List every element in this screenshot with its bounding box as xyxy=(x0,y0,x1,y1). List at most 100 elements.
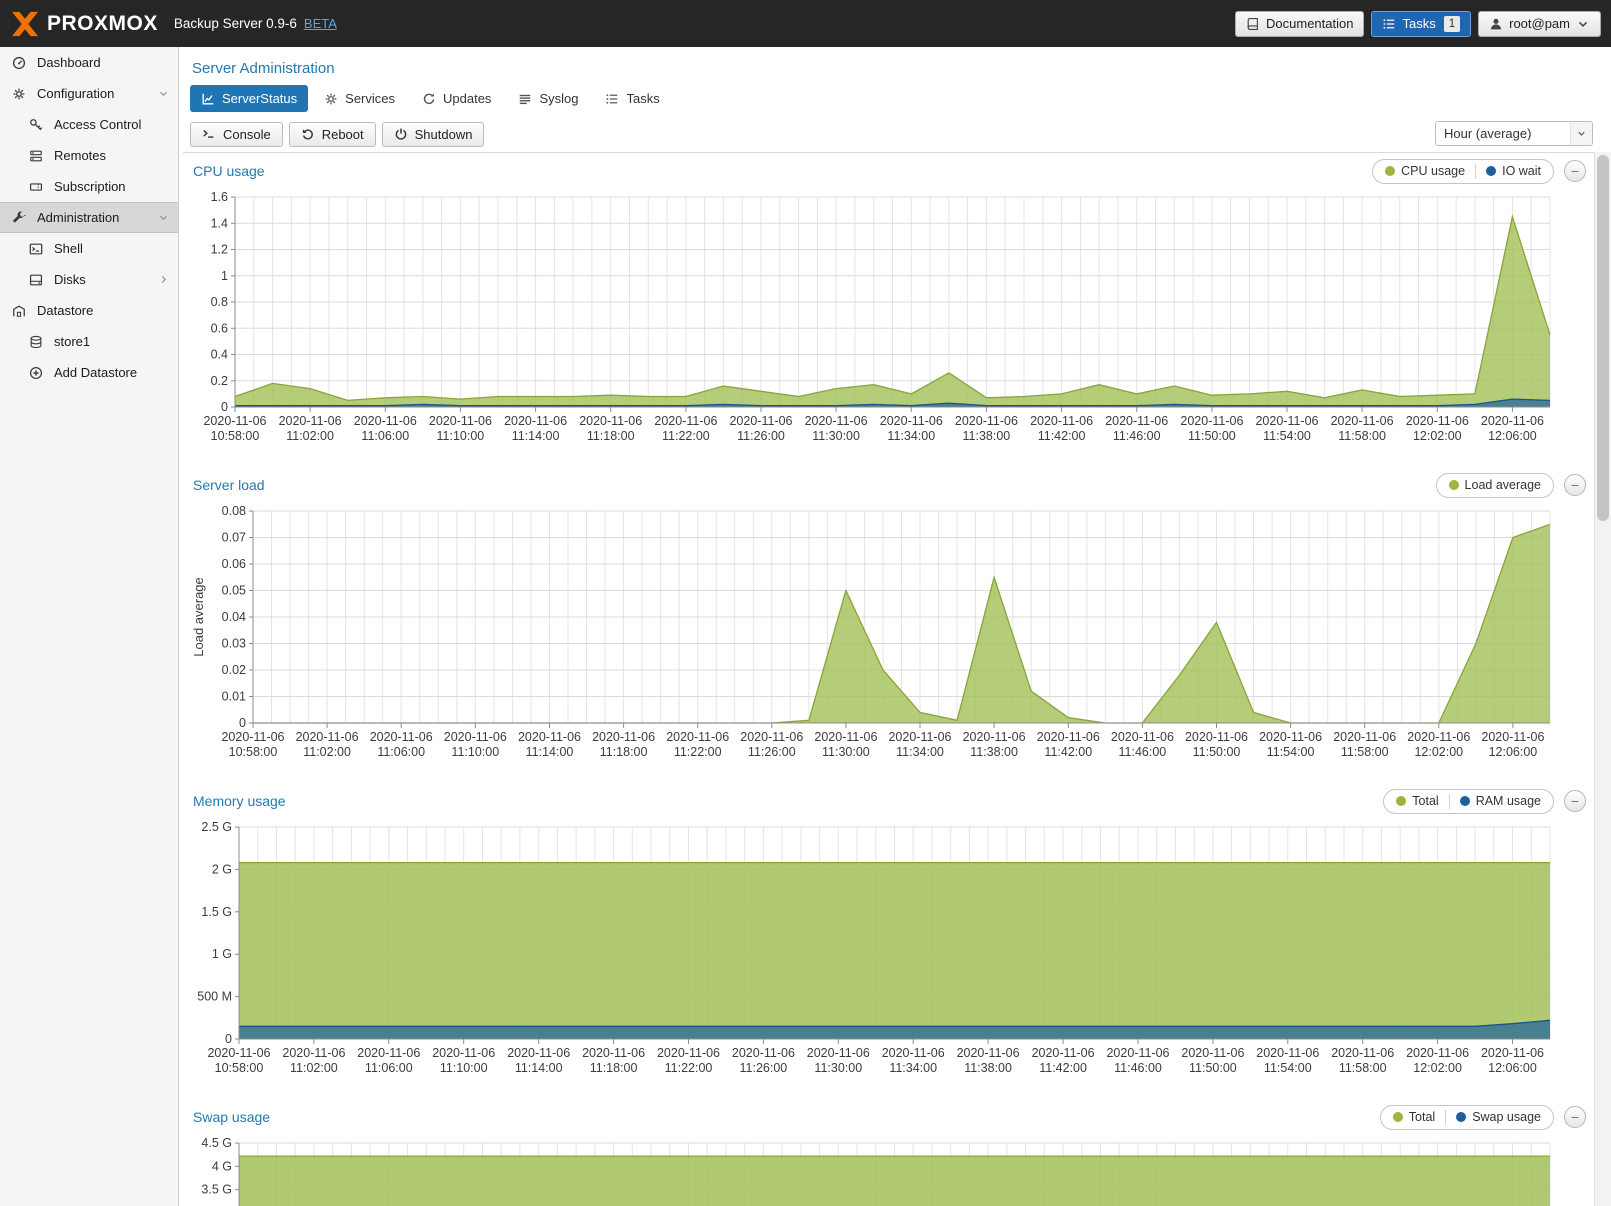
svg-text:0.08: 0.08 xyxy=(222,504,246,518)
panel-title: Memory usage xyxy=(193,793,286,809)
panel-load: Server loadLoad average−00.010.020.030.0… xyxy=(183,467,1594,769)
tab-bar: ServerStatusServicesUpdatesSyslogTasks xyxy=(190,85,1611,112)
svg-text:2020-11-06: 2020-11-06 xyxy=(1180,414,1243,428)
svg-text:11:26:00: 11:26:00 xyxy=(740,1061,788,1075)
collapse-panel-icon[interactable]: − xyxy=(1564,474,1586,496)
sidebar-item-label: Access Control xyxy=(54,117,141,132)
chevron-right-icon[interactable] xyxy=(158,274,169,285)
collapse-panel-icon[interactable]: − xyxy=(1564,160,1586,182)
tab-services[interactable]: Services xyxy=(313,85,406,112)
svg-text:2020-11-06: 2020-11-06 xyxy=(955,414,1018,428)
tab-updates[interactable]: Updates xyxy=(411,85,502,112)
svg-text:2020-11-06: 2020-11-06 xyxy=(1406,1046,1469,1060)
panel-body: 0500 M1 G1.5 G2 G2.5 G3 G3.5 G4 G4.5 G20… xyxy=(183,1135,1594,1206)
svg-text:2020-11-06: 2020-11-06 xyxy=(1030,414,1093,428)
panel-header: Swap usage Total Swap usage − xyxy=(183,1099,1594,1135)
sidebar-item-disks[interactable]: Disks xyxy=(0,264,178,295)
sidebar-item-administration[interactable]: Administration xyxy=(0,202,178,233)
panel-title: Swap usage xyxy=(193,1109,270,1125)
sidebar: DashboardConfiguration Access Control Remo… xyxy=(0,47,179,1206)
svg-text:2020-11-06: 2020-11-06 xyxy=(1481,414,1544,428)
legend-item[interactable]: Swap usage xyxy=(1456,1110,1541,1124)
syslog-icon xyxy=(518,92,532,106)
legend-item[interactable]: CPU usage xyxy=(1385,164,1465,178)
reboot-button[interactable]: Reboot xyxy=(289,122,376,147)
svg-text:2020-11-06: 2020-11-06 xyxy=(807,1046,870,1060)
sidebar-item-configuration[interactable]: Configuration xyxy=(0,78,178,109)
svg-text:0.2: 0.2 xyxy=(211,374,228,388)
sidebar-item-shell[interactable]: Shell xyxy=(0,233,178,264)
svg-text:12:02:00: 12:02:00 xyxy=(1414,745,1463,759)
time-range-select[interactable]: Hour (average) xyxy=(1435,121,1593,146)
sidebar-item-remotes[interactable]: Remotes xyxy=(0,140,178,171)
svg-text:11:54:00: 11:54:00 xyxy=(1267,745,1315,759)
page-title: Server Administration xyxy=(192,60,1611,77)
svg-text:4 G: 4 G xyxy=(212,1159,232,1173)
sidebar-item-access-control[interactable]: Access Control xyxy=(0,109,178,140)
legend-item[interactable]: Load average xyxy=(1449,478,1541,492)
tasks-button[interactable]: Tasks 1 xyxy=(1371,11,1471,37)
svg-text:11:50:00: 11:50:00 xyxy=(1189,1061,1237,1075)
svg-text:11:46:00: 11:46:00 xyxy=(1114,1061,1162,1075)
panel-title: CPU usage xyxy=(193,163,265,179)
svg-text:11:14:00: 11:14:00 xyxy=(512,429,560,443)
sidebar-item-store1[interactable]: store1 xyxy=(0,326,178,357)
svg-text:0.06: 0.06 xyxy=(222,557,246,571)
main-content: Server Administration ServerStatusServic… xyxy=(180,47,1611,1206)
svg-text:2020-11-06: 2020-11-06 xyxy=(370,730,433,744)
tab-syslog[interactable]: Syslog xyxy=(507,85,589,112)
tab-tasks[interactable]: Tasks xyxy=(594,85,670,112)
dashboard-icon xyxy=(12,56,29,70)
svg-text:2020-11-06: 2020-11-06 xyxy=(357,1046,420,1060)
panel-body: 00.010.020.030.040.050.060.070.082020-11… xyxy=(183,503,1594,769)
svg-text:0.01: 0.01 xyxy=(222,690,246,704)
sidebar-item-subscription[interactable]: Subscription xyxy=(0,171,178,202)
collapse-panel-icon[interactable]: − xyxy=(1564,790,1586,812)
legend-item[interactable]: Total xyxy=(1393,1110,1435,1124)
svg-text:1.6: 1.6 xyxy=(211,190,228,204)
shutdown-button[interactable]: Shutdown xyxy=(382,122,485,147)
svg-text:12:06:00: 12:06:00 xyxy=(1489,745,1538,759)
terminal-icon xyxy=(29,242,46,256)
legend-separator xyxy=(1475,164,1476,179)
sidebar-item-dashboard[interactable]: Dashboard xyxy=(0,47,178,78)
sidebar-item-label: Add Datastore xyxy=(54,365,137,380)
sidebar-item-datastore[interactable]: Datastore xyxy=(0,295,178,326)
console-button[interactable]: Console xyxy=(190,122,283,147)
documentation-button[interactable]: Documentation xyxy=(1235,11,1364,37)
time-range-value: Hour (average) xyxy=(1444,126,1531,141)
svg-text:2020-11-06: 2020-11-06 xyxy=(732,1046,795,1060)
book-icon xyxy=(1246,17,1260,31)
legend-separator xyxy=(1445,1110,1446,1125)
chevron-down-icon[interactable] xyxy=(158,88,169,99)
legend-dot-icon xyxy=(1396,796,1406,806)
beta-link[interactable]: BETA xyxy=(304,16,337,31)
legend-dot-icon xyxy=(1460,796,1470,806)
sidebar-item-label: Datastore xyxy=(37,303,93,318)
sidebar-item-add-datastore[interactable]: Add Datastore xyxy=(0,357,178,388)
legend-item[interactable]: IO wait xyxy=(1486,164,1541,178)
legend-item[interactable]: Total xyxy=(1396,794,1438,808)
chevron-down-icon[interactable] xyxy=(158,212,169,223)
svg-text:11:06:00: 11:06:00 xyxy=(365,1061,413,1075)
svg-text:2020-11-06: 2020-11-06 xyxy=(882,1046,945,1060)
svg-text:2020-11-06: 2020-11-06 xyxy=(582,1046,645,1060)
caret-down-icon xyxy=(1570,122,1592,145)
svg-text:2020-11-06: 2020-11-06 xyxy=(282,1046,345,1060)
svg-text:11:58:00: 11:58:00 xyxy=(1339,1061,1387,1075)
legend-item[interactable]: RAM usage xyxy=(1460,794,1541,808)
gears-icon xyxy=(12,87,29,101)
vertical-scrollbar[interactable] xyxy=(1594,152,1611,1206)
svg-text:0.07: 0.07 xyxy=(222,531,246,545)
svg-text:0.05: 0.05 xyxy=(222,584,246,598)
svg-text:1.5 G: 1.5 G xyxy=(201,905,232,919)
tab-serverstatus[interactable]: ServerStatus xyxy=(190,85,308,112)
svg-text:11:50:00: 11:50:00 xyxy=(1188,429,1236,443)
chart-swap: 0500 M1 G1.5 G2 G2.5 G3 G3.5 G4 G4.5 G20… xyxy=(189,1135,1590,1206)
collapse-panel-icon[interactable]: − xyxy=(1564,1106,1586,1128)
user-menu-button[interactable]: root@pam xyxy=(1478,11,1601,37)
scrollbar-thumb[interactable] xyxy=(1597,155,1609,521)
chart-legend: Load average xyxy=(1436,473,1554,498)
svg-text:0.04: 0.04 xyxy=(222,610,246,624)
toolbar: Console Reboot Shutdown Hour (average) xyxy=(190,121,1611,147)
